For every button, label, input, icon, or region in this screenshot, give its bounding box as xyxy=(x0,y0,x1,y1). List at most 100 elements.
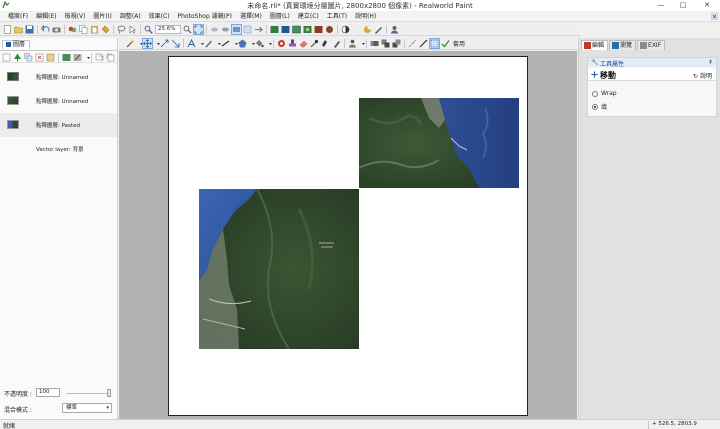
selection-bounds-icon[interactable] xyxy=(429,38,440,49)
view-grid-icon[interactable] xyxy=(243,25,252,34)
paint-bucket-icon[interactable] xyxy=(101,25,110,34)
magic-wand-icon[interactable] xyxy=(126,39,135,48)
open-folder-icon[interactable] xyxy=(14,25,23,34)
eraser-icon[interactable] xyxy=(299,39,308,48)
move-layer-up-icon[interactable] xyxy=(95,53,104,62)
opacity-slider-track[interactable] xyxy=(66,393,110,394)
layer-stack-icon[interactable] xyxy=(281,25,290,34)
merge-icon[interactable] xyxy=(370,39,379,48)
document-canvas[interactable] xyxy=(168,56,528,416)
tree-icon[interactable] xyxy=(13,53,22,62)
brush-icon[interactable] xyxy=(204,39,213,48)
menu-item[interactable]: 建立(C) xyxy=(294,13,323,21)
select-pointer-icon[interactable] xyxy=(128,25,137,34)
copy-icon[interactable] xyxy=(79,25,88,34)
layer-item[interactable]: 點陣圖層: Unnamed xyxy=(0,89,117,113)
duplicate-layer-icon[interactable] xyxy=(24,53,33,62)
layer-effect-icon[interactable] xyxy=(314,25,323,34)
dropdown-caret-icon[interactable] xyxy=(198,39,204,48)
person-icon[interactable] xyxy=(348,39,357,48)
dropdown-caret-icon[interactable] xyxy=(215,39,221,48)
radio-wrap[interactable] xyxy=(592,90,598,97)
dropdown-caret-icon[interactable] xyxy=(84,53,90,62)
new-file-icon[interactable] xyxy=(3,25,12,34)
line-tool-icon[interactable] xyxy=(221,39,230,48)
zoom-dropdown-icon[interactable] xyxy=(183,25,192,34)
blend-mode-select[interactable]: 標準 ▾ xyxy=(62,403,112,413)
menu-item[interactable]: 檢視(V) xyxy=(61,13,90,21)
move-layer-down-icon[interactable] xyxy=(106,53,115,62)
dropdown-caret-icon[interactable] xyxy=(232,39,238,48)
straighten-icon[interactable] xyxy=(419,39,428,48)
dropper-icon[interactable] xyxy=(310,39,319,48)
delete-layer-icon[interactable] xyxy=(35,53,44,62)
undo-icon[interactable] xyxy=(41,25,50,34)
apply-button[interactable]: 套用 xyxy=(453,39,465,48)
layer-item[interactable]: 點陣圖層: Pasted xyxy=(0,113,117,137)
opacity-slider-thumb[interactable] xyxy=(107,389,111,397)
option-wrap[interactable]: Wrap xyxy=(592,89,617,98)
satellite-image-bottom[interactable] xyxy=(199,189,359,349)
clone-icon[interactable] xyxy=(332,39,341,48)
paste-icon[interactable] xyxy=(90,25,99,34)
menu-item[interactable]: 說明(H) xyxy=(351,13,380,21)
menu-item[interactable]: 調整(A) xyxy=(116,13,145,21)
view-mode-icon[interactable] xyxy=(231,24,242,35)
minimize-button[interactable]: — xyxy=(650,0,672,10)
layer-photo-icon[interactable] xyxy=(292,25,301,34)
radio-fill[interactable] xyxy=(592,103,598,110)
option-fill[interactable]: 填 xyxy=(592,102,607,111)
dropdown-caret-icon[interactable] xyxy=(137,39,143,48)
tab-browse[interactable]: 瀏覽 xyxy=(609,40,637,50)
text-tool-icon[interactable] xyxy=(187,39,196,48)
palette-icon[interactable] xyxy=(363,25,372,34)
transform-icon[interactable] xyxy=(160,39,169,48)
menu-item[interactable]: PhotoShop 濾鏡(P) xyxy=(174,13,236,21)
moon-icon[interactable] xyxy=(352,25,361,34)
help-button[interactable]: ↻ 說明 xyxy=(693,71,712,80)
red-eye-icon[interactable] xyxy=(277,39,286,48)
group-icon[interactable] xyxy=(381,39,390,48)
menu-item[interactable]: 檔案(F) xyxy=(4,13,32,21)
rotate-right-icon[interactable] xyxy=(221,25,230,34)
move-tool-icon[interactable] xyxy=(142,38,153,49)
shape-tool-icon[interactable] xyxy=(238,39,247,48)
layer-properties-icon[interactable] xyxy=(46,53,55,62)
fullscreen-icon[interactable] xyxy=(254,25,263,34)
apply-check-icon[interactable] xyxy=(441,39,450,48)
menu-item[interactable]: 工具(T) xyxy=(323,13,351,21)
menu-item[interactable]: 選擇(M) xyxy=(236,13,266,21)
layer-image-icon[interactable] xyxy=(270,25,279,34)
menu-item[interactable]: 效果(C) xyxy=(145,13,174,21)
pen-icon[interactable] xyxy=(374,25,383,34)
dropdown-caret-icon[interactable] xyxy=(154,39,160,48)
fill-tool-icon[interactable] xyxy=(255,39,264,48)
zoom-input[interactable]: 25.6% xyxy=(155,25,181,34)
camera-icon[interactable] xyxy=(52,25,61,34)
dropdown-caret-icon[interactable] xyxy=(249,39,255,48)
pin-icon[interactable]: ⇞ xyxy=(708,59,713,66)
marquee-icon[interactable] xyxy=(408,39,417,48)
rotate-left-icon[interactable] xyxy=(210,25,219,34)
close-button[interactable]: ✕ xyxy=(696,0,718,10)
layer-edit-icon[interactable] xyxy=(73,53,82,62)
distort-icon[interactable] xyxy=(171,39,180,48)
maximize-button[interactable]: □ xyxy=(672,0,694,10)
fit-window-icon[interactable] xyxy=(193,24,204,35)
tab-layers[interactable]: 圖層 xyxy=(2,40,30,49)
menu-item[interactable]: 編輯(E) xyxy=(32,13,60,21)
layer-image-icon[interactable] xyxy=(62,53,71,62)
document-close-icon[interactable] xyxy=(711,13,718,20)
dropdown-caret-icon[interactable] xyxy=(359,39,365,48)
layer-globe-icon[interactable] xyxy=(325,25,334,34)
ungroup-icon[interactable] xyxy=(392,39,401,48)
tab-edit[interactable]: 編輯 xyxy=(581,40,609,50)
zoom-icon[interactable] xyxy=(144,25,153,34)
layer-item[interactable]: 點陣圖層: Unnamed xyxy=(0,65,117,89)
layer-color-icon[interactable] xyxy=(303,25,312,34)
menu-item[interactable]: 圖層(L) xyxy=(266,13,294,21)
opacity-input[interactable]: 100 xyxy=(36,388,60,397)
satellite-image-top[interactable] xyxy=(359,98,519,188)
tab-exif[interactable]: EXIF xyxy=(637,40,666,50)
canvas-area[interactable] xyxy=(119,51,577,419)
